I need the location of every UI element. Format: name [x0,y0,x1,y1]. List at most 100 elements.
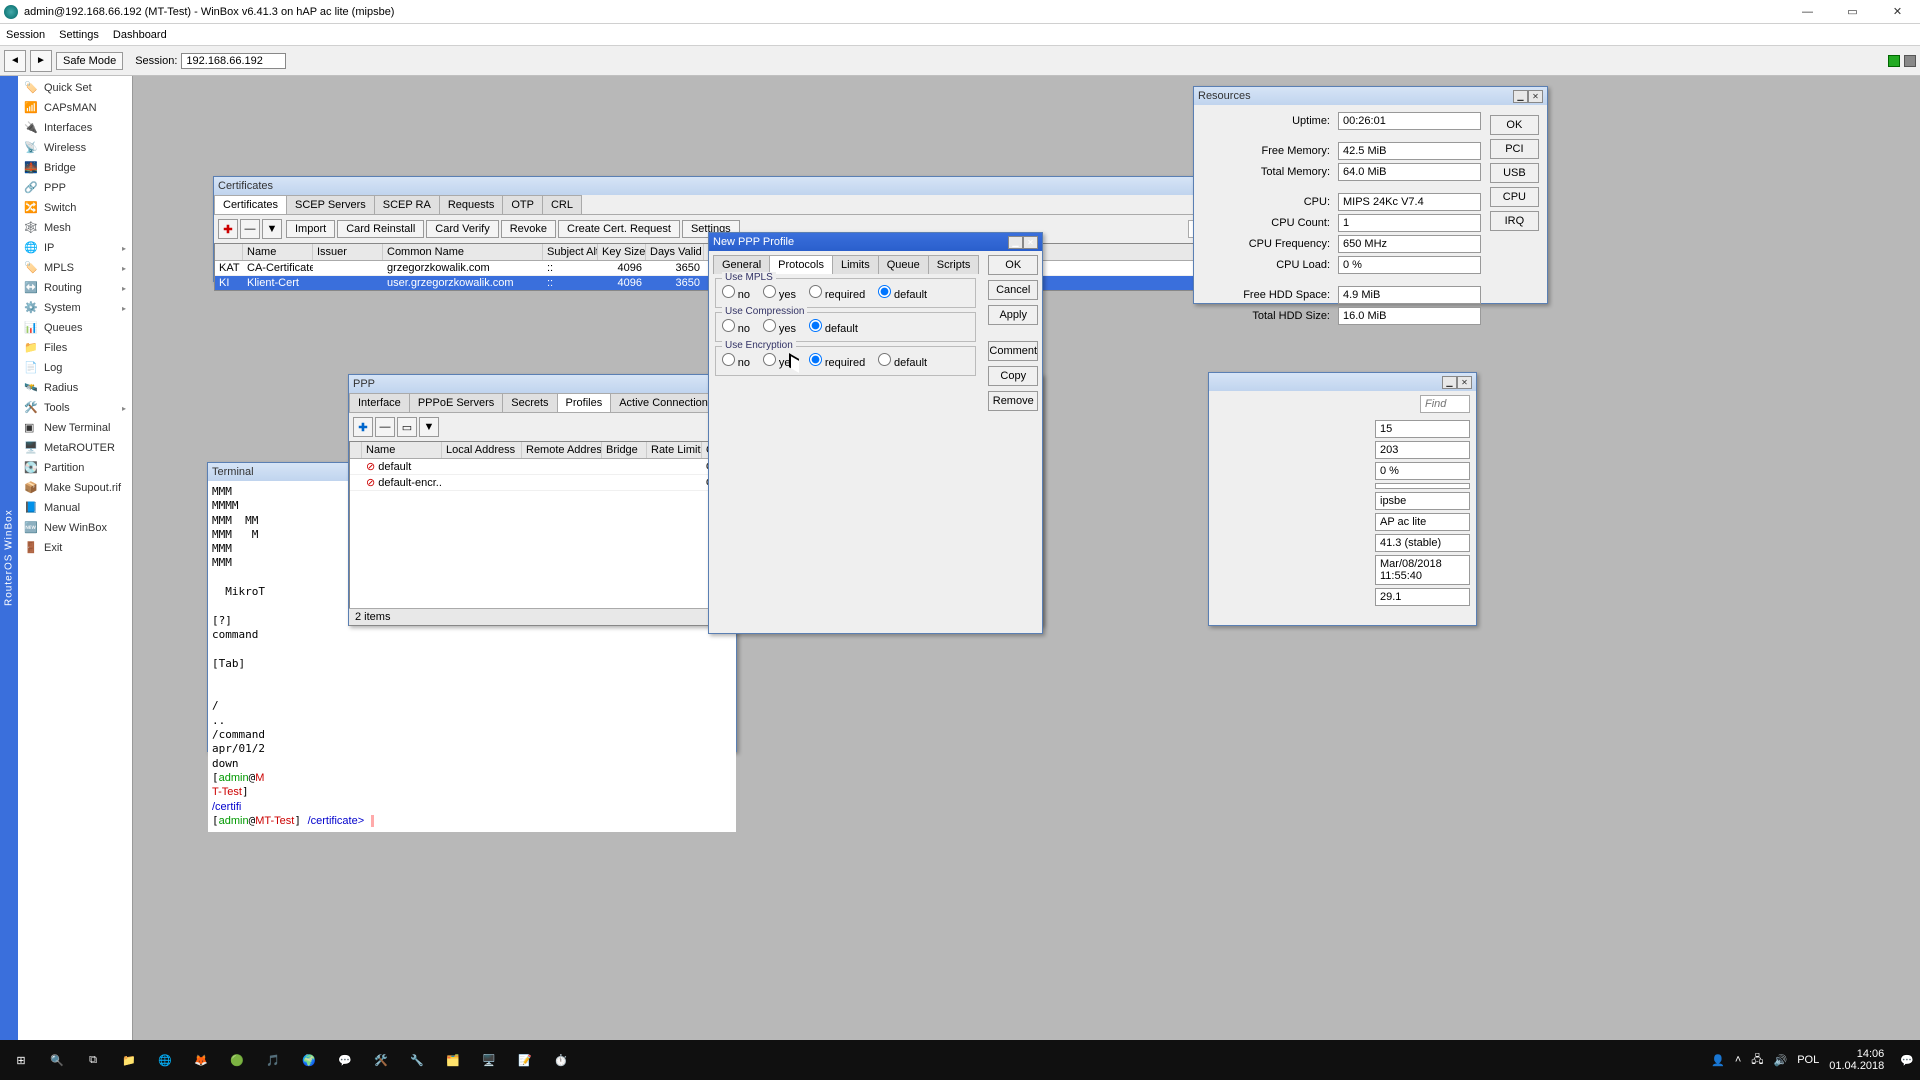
app-icon[interactable]: 🔧 [402,1045,432,1075]
min-icon[interactable]: ▁ [1513,90,1528,103]
mpls-no[interactable]: no [722,290,750,301]
sidebar-item-manual[interactable]: 📘Manual [18,498,132,518]
tab-scep-servers[interactable]: SCEP Servers [286,195,375,214]
firefox-icon[interactable]: 🦊 [186,1045,216,1075]
column-header[interactable]: Common Name [383,244,543,260]
app-icon[interactable]: 🗂️ [438,1045,468,1075]
column-header[interactable] [350,442,362,458]
remove-button[interactable]: Remove [988,391,1038,411]
tray-person-icon[interactable]: 👤 [1711,1054,1725,1067]
start-button[interactable]: ⊞ [6,1045,36,1075]
explorer-icon[interactable]: 📁 [114,1045,144,1075]
spotify-icon[interactable]: 🎵 [258,1045,288,1075]
column-header[interactable]: Issuer [313,244,383,260]
cancel-button[interactable]: Cancel [988,280,1038,300]
sidebar-item-mesh[interactable]: 🕸️Mesh [18,218,132,238]
sidebar-item-ip[interactable]: 🌐IP [18,238,132,258]
tab-interface[interactable]: Interface [349,393,410,412]
min-icon[interactable]: ▁ [1442,376,1457,389]
tab-protocols[interactable]: Protocols [769,255,833,274]
enc-no[interactable]: no [722,358,750,369]
column-header[interactable]: Name [243,244,313,260]
tray-volume-icon[interactable]: 🔊 [1774,1054,1788,1067]
tray-network-icon[interactable]: 🖧 [1751,1051,1763,1070]
notifications-icon[interactable]: 💬 [1900,1054,1914,1067]
sidebar-item-new-winbox[interactable]: 🆕New WinBox [18,518,132,538]
comment-button[interactable]: Comment [988,341,1038,361]
tab-profiles[interactable]: Profiles [557,393,612,412]
sidebar-item-routing[interactable]: ↔️Routing [18,278,132,298]
tab-secrets[interactable]: Secrets [502,393,557,412]
sidebar-item-ppp[interactable]: 🔗PPP [18,178,132,198]
column-header[interactable]: Rate Limit... [647,442,702,458]
safe-mode-button[interactable]: Safe Mode [56,52,123,70]
comp-no[interactable]: no [722,324,750,335]
ok-button[interactable]: OK [988,255,1038,275]
comp-yes[interactable]: yes [763,324,796,335]
mpls-yes[interactable]: yes [763,290,796,301]
mpls-required[interactable]: required [809,290,865,301]
remove-button[interactable]: — [375,417,395,437]
enc-yes[interactable]: yes [763,358,796,369]
column-header[interactable]: Remote Address [522,442,602,458]
card-reinstall-button[interactable]: Card Reinstall [337,220,424,238]
sidebar-item-queues[interactable]: 📊Queues [18,318,132,338]
tab-otp[interactable]: OTP [502,195,543,214]
tab-queue[interactable]: Queue [878,255,929,274]
add-button[interactable]: ✚ [218,219,238,239]
sidebar-item-switch[interactable]: 🔀Switch [18,198,132,218]
tab-crl[interactable]: CRL [542,195,582,214]
forward-button[interactable]: ► [30,50,52,72]
search-icon[interactable]: 🔍 [42,1045,72,1075]
cpu-button[interactable]: CPU [1490,187,1539,207]
close-button[interactable]: ✕ [1875,0,1920,24]
close-icon[interactable]: ✕ [1528,90,1543,103]
create-cert-request-button[interactable]: Create Cert. Request [558,220,680,238]
tab-certificates[interactable]: Certificates [214,195,287,214]
card-verify-button[interactable]: Card Verify [426,220,498,238]
app-icon[interactable]: ⏱️ [546,1045,576,1075]
winbox-icon[interactable]: 🖥️ [474,1045,504,1075]
tab-active-connections[interactable]: Active Connections [610,393,722,412]
column-header[interactable]: Bridge [602,442,647,458]
tray-up-icon[interactable]: ˄ [1735,1054,1741,1066]
sidebar-item-partition[interactable]: 💽Partition [18,458,132,478]
sidebar-item-mpls[interactable]: 🏷️MPLS [18,258,132,278]
settings-button[interactable]: ▭ [397,417,417,437]
sidebar-item-capsman[interactable]: 📶CAPsMAN [18,98,132,118]
clock[interactable]: 14:0601.04.2018 [1829,1048,1884,1072]
sidebar-item-new-terminal[interactable]: ▣New Terminal [18,418,132,438]
find-input[interactable] [1420,395,1470,413]
add-button[interactable]: ✚ [353,417,373,437]
sidebar-item-radius[interactable]: 🛰️Radius [18,378,132,398]
ok-button[interactable]: OK [1490,115,1539,135]
app-icon[interactable]: 🛠️ [366,1045,396,1075]
sidebar-item-tools[interactable]: 🛠️Tools [18,398,132,418]
close-icon[interactable]: ✕ [1023,236,1038,249]
tab-pppoe-servers[interactable]: PPPoE Servers [409,393,503,412]
tray-language[interactable]: POL [1797,1054,1819,1066]
min-icon[interactable]: ▁ [1008,236,1023,249]
tab-scripts[interactable]: Scripts [928,255,980,274]
column-header[interactable]: Key Size [598,244,646,260]
menu-session[interactable]: Session [6,29,45,41]
irq-button[interactable]: IRQ [1490,211,1539,231]
column-header[interactable]: Local Address [442,442,522,458]
taskview-icon[interactable]: ⧉ [78,1045,108,1075]
edge-icon[interactable]: 🌐 [150,1045,180,1075]
sidebar-item-metarouter[interactable]: 🖥️MetaROUTER [18,438,132,458]
apply-button[interactable]: Apply [988,305,1038,325]
copy-button[interactable]: Copy [988,366,1038,386]
menu-settings[interactable]: Settings [59,29,99,41]
sidebar-item-log[interactable]: 📄Log [18,358,132,378]
filter-button[interactable]: ▼ [419,417,439,437]
mpls-default[interactable]: default [878,290,927,301]
tab-requests[interactable]: Requests [439,195,503,214]
sidebar-item-make-supout.rif[interactable]: 📦Make Supout.rif [18,478,132,498]
filter-button[interactable]: ▼ [262,219,282,239]
comp-default[interactable]: default [809,324,858,335]
sidebar-item-wireless[interactable]: 📡Wireless [18,138,132,158]
app-icon[interactable]: 📝 [510,1045,540,1075]
column-header[interactable]: Days Valid [646,244,704,260]
sidebar-item-system[interactable]: ⚙️System [18,298,132,318]
